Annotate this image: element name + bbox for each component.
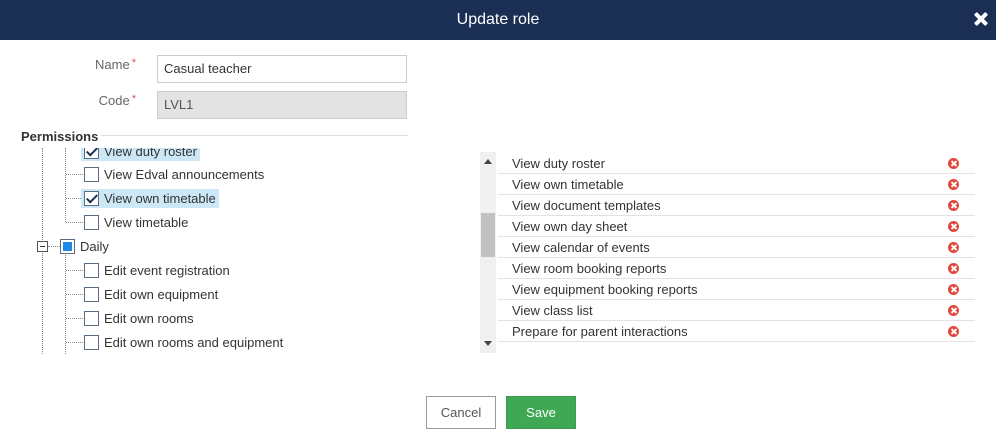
update-role-dialog: Update role Name * Casual teacher Code * L… (0, 0, 996, 442)
remove-icon[interactable] (948, 284, 959, 295)
tree-item-edit-event-registration[interactable]: Edit event registration (84, 259, 230, 281)
code-input: LVL1 (157, 91, 407, 119)
tree-connector (48, 246, 60, 247)
list-item: View duty roster (498, 153, 975, 174)
tree-item-view-duty-roster[interactable]: View duty roster (78, 148, 200, 162)
name-label: Name * (95, 57, 136, 72)
permissions-heading: Permissions (21, 129, 99, 144)
tree-item-daily[interactable]: Daily (60, 235, 109, 257)
tree-connector (66, 222, 83, 223)
dialog-titlebar: Update role (0, 0, 996, 40)
cancel-button[interactable]: Cancel (426, 396, 496, 429)
tree-item-view-own-timetable[interactable]: View own timetable (78, 187, 219, 209)
list-item: View calendar of events (498, 237, 975, 258)
tree-item-edit-own-equipment[interactable]: Edit own equipment (84, 283, 218, 305)
checkbox[interactable] (84, 286, 99, 302)
checkbox[interactable] (84, 334, 99, 350)
tree-connector (66, 270, 83, 271)
tree-item-view-timetable[interactable]: View timetable (84, 211, 188, 233)
selected-highlight: View own timetable (81, 188, 219, 208)
section-divider (101, 135, 408, 136)
checkbox[interactable] (84, 166, 99, 182)
selected-rows: View duty roster View own timetable View… (498, 153, 975, 342)
close-icon[interactable] (974, 12, 988, 26)
checkbox[interactable] (84, 310, 99, 326)
tree-connector (66, 342, 83, 343)
permissions-tree[interactable]: View duty roster View Edval announcement… (30, 148, 450, 354)
code-label: Code * (98, 93, 136, 108)
remove-icon[interactable] (948, 200, 959, 211)
checkbox[interactable] (84, 262, 99, 278)
dialog-title: Update role (456, 11, 540, 28)
selected-highlight: View duty roster (81, 148, 200, 161)
list-item: View class list (498, 300, 975, 321)
list-item: Prepare for parent interactions (498, 321, 975, 342)
remove-icon[interactable] (948, 179, 959, 190)
checkbox[interactable] (60, 238, 75, 254)
tree-connector (65, 252, 66, 354)
list-item: View own day sheet (498, 216, 975, 237)
tree-item-edit-own-rooms-and-equipment[interactable]: Edit own rooms and equipment (84, 331, 283, 353)
tree-item-view-edval-announcements[interactable]: View Edval announcements (84, 163, 264, 185)
list-item: View document templates (498, 195, 975, 216)
remove-icon[interactable] (948, 326, 959, 337)
checkbox[interactable] (84, 190, 99, 206)
remove-icon[interactable] (948, 221, 959, 232)
list-item: View room booking reports (498, 258, 975, 279)
scroll-down-arrow-icon[interactable] (484, 341, 492, 346)
name-input[interactable]: Casual teacher (157, 55, 407, 83)
tree-connector (66, 294, 83, 295)
checkbox[interactable] (84, 148, 99, 159)
tree-item-edit-own-rooms[interactable]: Edit own rooms (84, 307, 194, 329)
remove-icon[interactable] (948, 305, 959, 316)
save-button[interactable]: Save (506, 396, 576, 429)
scrollbar-thumb[interactable] (481, 213, 495, 257)
remove-icon[interactable] (948, 242, 959, 253)
checkbox[interactable] (84, 214, 99, 230)
scrollbar[interactable] (480, 152, 496, 353)
list-item: View own timetable (498, 174, 975, 195)
remove-icon[interactable] (948, 263, 959, 274)
selected-permissions-list[interactable]: View duty roster View own timetable View… (480, 152, 975, 353)
tree-connector (66, 174, 83, 175)
tree-connector (66, 318, 83, 319)
required-marker: * (131, 57, 136, 69)
list-item: View equipment booking reports (498, 279, 975, 300)
scroll-up-arrow-icon[interactable] (484, 159, 492, 164)
tree-connector (65, 148, 66, 222)
remove-icon[interactable] (948, 158, 959, 169)
collapse-toggle-icon[interactable] (37, 241, 48, 252)
required-marker: * (131, 93, 136, 105)
